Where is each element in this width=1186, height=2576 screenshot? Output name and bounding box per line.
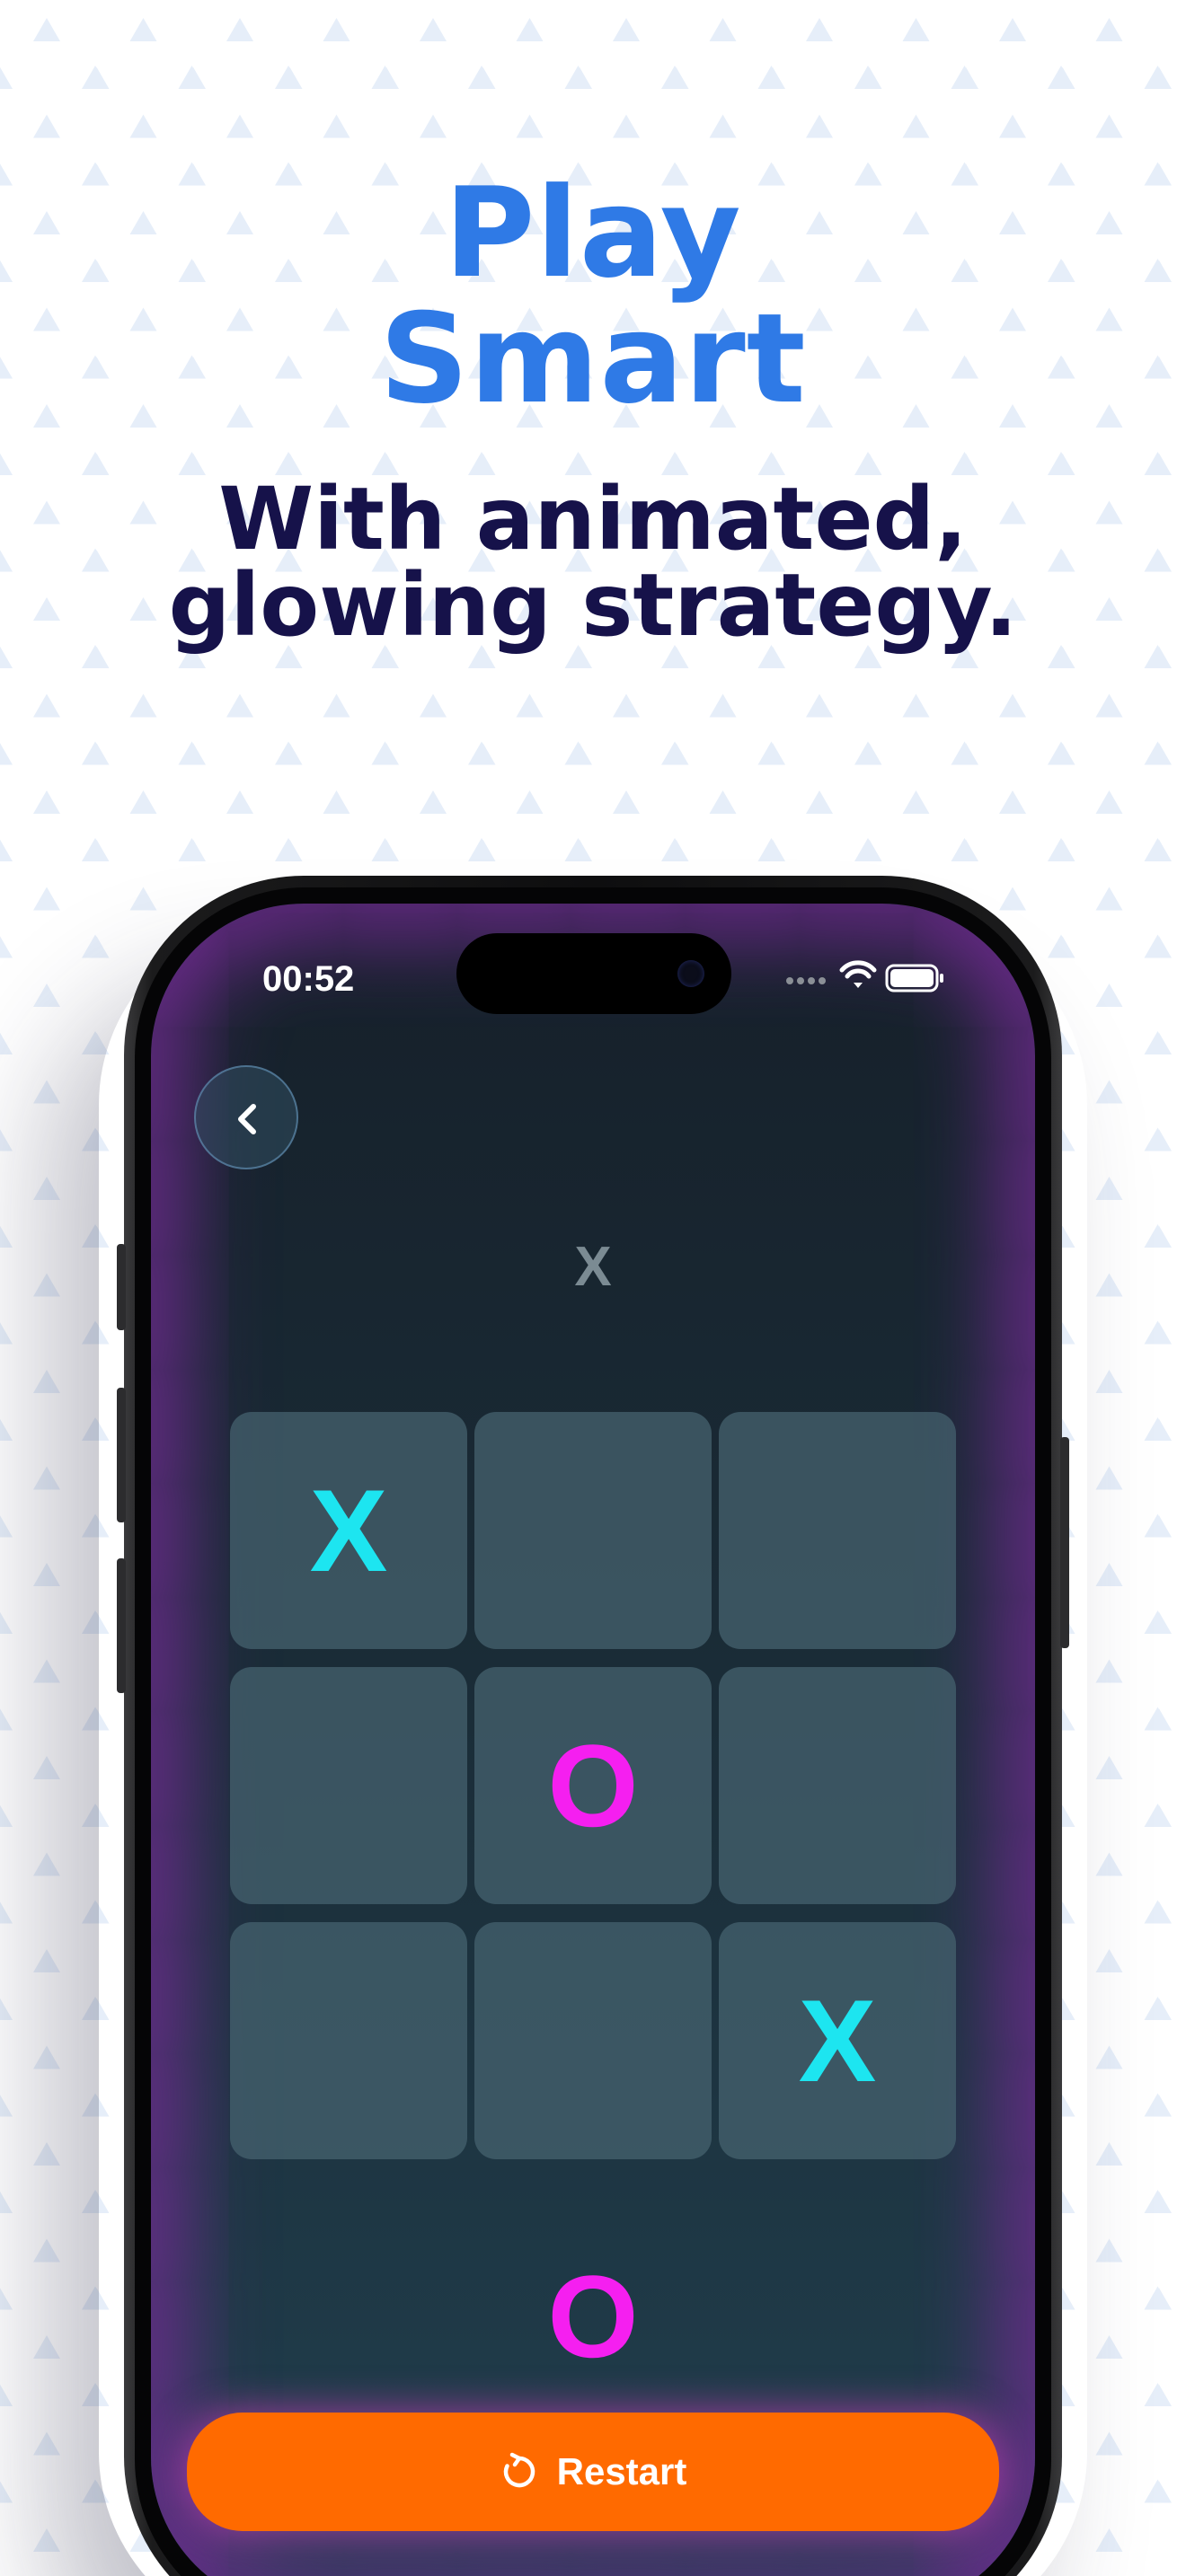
action-button: [117, 1244, 126, 1330]
restart-button-label: Restart: [556, 2450, 687, 2492]
board-cell-r1-c1[interactable]: X: [230, 1412, 467, 1649]
board-cell-r3-c1[interactable]: [230, 1922, 467, 2159]
board-cell-r3-c3[interactable]: X: [719, 1922, 956, 2159]
signal-dots-icon: [786, 977, 826, 984]
board-cell-r2-c1[interactable]: [230, 1667, 467, 1904]
restart-button[interactable]: Restart: [187, 2413, 999, 2531]
camera-icon: [677, 960, 704, 987]
headline: Play Smart: [0, 171, 1186, 422]
board-cell-r2-c2[interactable]: O: [474, 1667, 712, 1904]
power-button: [1060, 1437, 1069, 1648]
headline-line-2: Smart: [379, 287, 807, 431]
board-cell-r1-c3[interactable]: [719, 1412, 956, 1649]
subheadline-line-2: glowing strategy.: [168, 555, 1018, 656]
subheadline: With animated, glowing strategy.: [0, 476, 1186, 648]
restart-icon: [503, 2452, 535, 2488]
player-o-indicator: O: [547, 2251, 639, 2382]
status-time: 00:52: [262, 959, 355, 999]
board-cell-r3-c2[interactable]: [474, 1922, 712, 2159]
chevron-left-icon: [238, 1104, 256, 1134]
headline-line-1: Play: [444, 161, 742, 305]
phone-screen: 00:52 X X O X O Restart: [151, 904, 1035, 2576]
restart-button-content: Restart: [187, 2413, 999, 2531]
volume-up-button: [117, 1388, 126, 1522]
wifi-icon: [839, 960, 877, 988]
battery-icon: [885, 964, 943, 992]
board-cell-r2-c3[interactable]: [719, 1667, 956, 1904]
dynamic-island: [456, 933, 731, 1014]
app-store-screenshot: Play Smart With animated, glowing strate…: [0, 0, 1186, 2576]
volume-down-button: [117, 1558, 126, 1693]
back-button[interactable]: [194, 1065, 298, 1169]
board-cell-r1-c2[interactable]: [474, 1412, 712, 1649]
subheadline-line-1: With animated,: [218, 469, 968, 569]
current-turn-label: X: [574, 1236, 612, 1298]
status-icons: [786, 960, 943, 992]
game-board: X O X: [230, 1412, 956, 2159]
